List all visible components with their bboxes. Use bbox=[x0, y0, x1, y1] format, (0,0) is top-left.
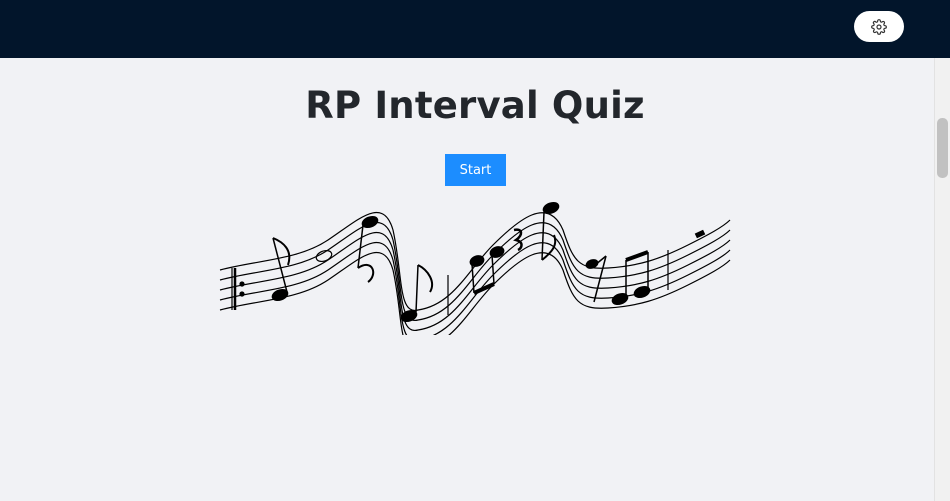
main-content: RP Interval Quiz Start bbox=[0, 58, 935, 501]
music-staff-illustration bbox=[219, 201, 731, 335]
settings-button[interactable] bbox=[854, 11, 904, 42]
music-notes bbox=[271, 201, 706, 323]
scrollbar-thumb[interactable] bbox=[937, 118, 948, 178]
top-navbar bbox=[0, 0, 950, 58]
staff-lines bbox=[219, 211, 731, 335]
repeat-dot bbox=[239, 291, 245, 297]
page-title: RP Interval Quiz bbox=[305, 84, 645, 127]
repeat-dot bbox=[239, 281, 245, 287]
start-button[interactable]: Start bbox=[445, 154, 506, 186]
vertical-scrollbar[interactable] bbox=[934, 58, 950, 501]
gear-icon bbox=[871, 18, 887, 35]
